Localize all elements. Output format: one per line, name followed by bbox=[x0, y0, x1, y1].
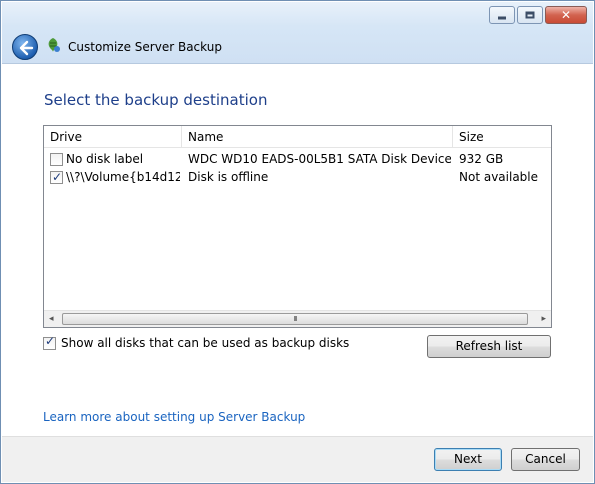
disk-row[interactable]: \\?\Volume{b14d128... Disk is offline No… bbox=[44, 168, 551, 186]
maximize-icon bbox=[525, 11, 535, 19]
window-title: Customize Server Backup bbox=[68, 40, 222, 54]
maximize-button[interactable] bbox=[517, 6, 543, 24]
disk-drive: No disk label bbox=[66, 152, 144, 166]
cancel-button[interactable]: Cancel bbox=[511, 448, 580, 471]
show-all-disks-checkbox[interactable] bbox=[43, 334, 56, 350]
close-icon: ✕ bbox=[560, 8, 572, 22]
button-bar: Next Cancel bbox=[2, 436, 593, 482]
page-heading: Select the backup destination bbox=[44, 91, 268, 109]
window-controls: ✕ bbox=[489, 6, 587, 24]
disk-row[interactable]: No disk label WDC WD10 EADS-00L5B1 SATA … bbox=[44, 150, 551, 168]
server-backup-icon bbox=[48, 38, 60, 52]
scroll-thumb[interactable]: III bbox=[62, 313, 528, 325]
back-button[interactable] bbox=[12, 34, 38, 60]
learn-more-link[interactable]: Learn more about setting up Server Backu… bbox=[43, 410, 305, 424]
close-button[interactable]: ✕ bbox=[545, 6, 587, 24]
column-header-size[interactable]: Size bbox=[453, 126, 551, 148]
horizontal-scrollbar[interactable]: ◂ III ▸ bbox=[44, 310, 551, 327]
disk-drive: \\?\Volume{b14d128... bbox=[66, 170, 180, 184]
scroll-right-icon[interactable]: ▸ bbox=[541, 314, 546, 324]
next-button[interactable]: Next bbox=[434, 448, 502, 471]
disk-size: 932 GB bbox=[459, 152, 504, 166]
refresh-list-button[interactable]: Refresh list bbox=[427, 335, 551, 358]
disk-size: Not available bbox=[459, 170, 539, 184]
column-header-name[interactable]: Name bbox=[182, 126, 453, 148]
title-bar: ✕ Customize Server Backup bbox=[2, 2, 593, 64]
show-all-disks-label: Show all disks that can be used as backu… bbox=[61, 336, 350, 350]
disk-row-checkbox[interactable] bbox=[50, 168, 63, 186]
disk-list-header: Drive Name Size bbox=[44, 126, 551, 148]
disk-row-checkbox[interactable] bbox=[50, 153, 63, 166]
scroll-left-icon[interactable]: ◂ bbox=[49, 314, 54, 324]
wizard-window: ✕ Customize Server Backup Select the bac… bbox=[0, 0, 595, 484]
disk-name: WDC WD10 EADS-00L5B1 SATA Disk Device Di… bbox=[188, 152, 451, 166]
minimize-icon bbox=[498, 16, 506, 20]
column-header-drive[interactable]: Drive bbox=[44, 126, 182, 148]
minimize-button[interactable] bbox=[489, 6, 515, 24]
disk-name: Disk is offline bbox=[188, 170, 269, 184]
disk-list[interactable]: Drive Name Size No disk label WDC WD10 E… bbox=[43, 125, 552, 328]
grip-icon: III bbox=[293, 315, 297, 323]
back-arrow-icon bbox=[19, 40, 34, 56]
